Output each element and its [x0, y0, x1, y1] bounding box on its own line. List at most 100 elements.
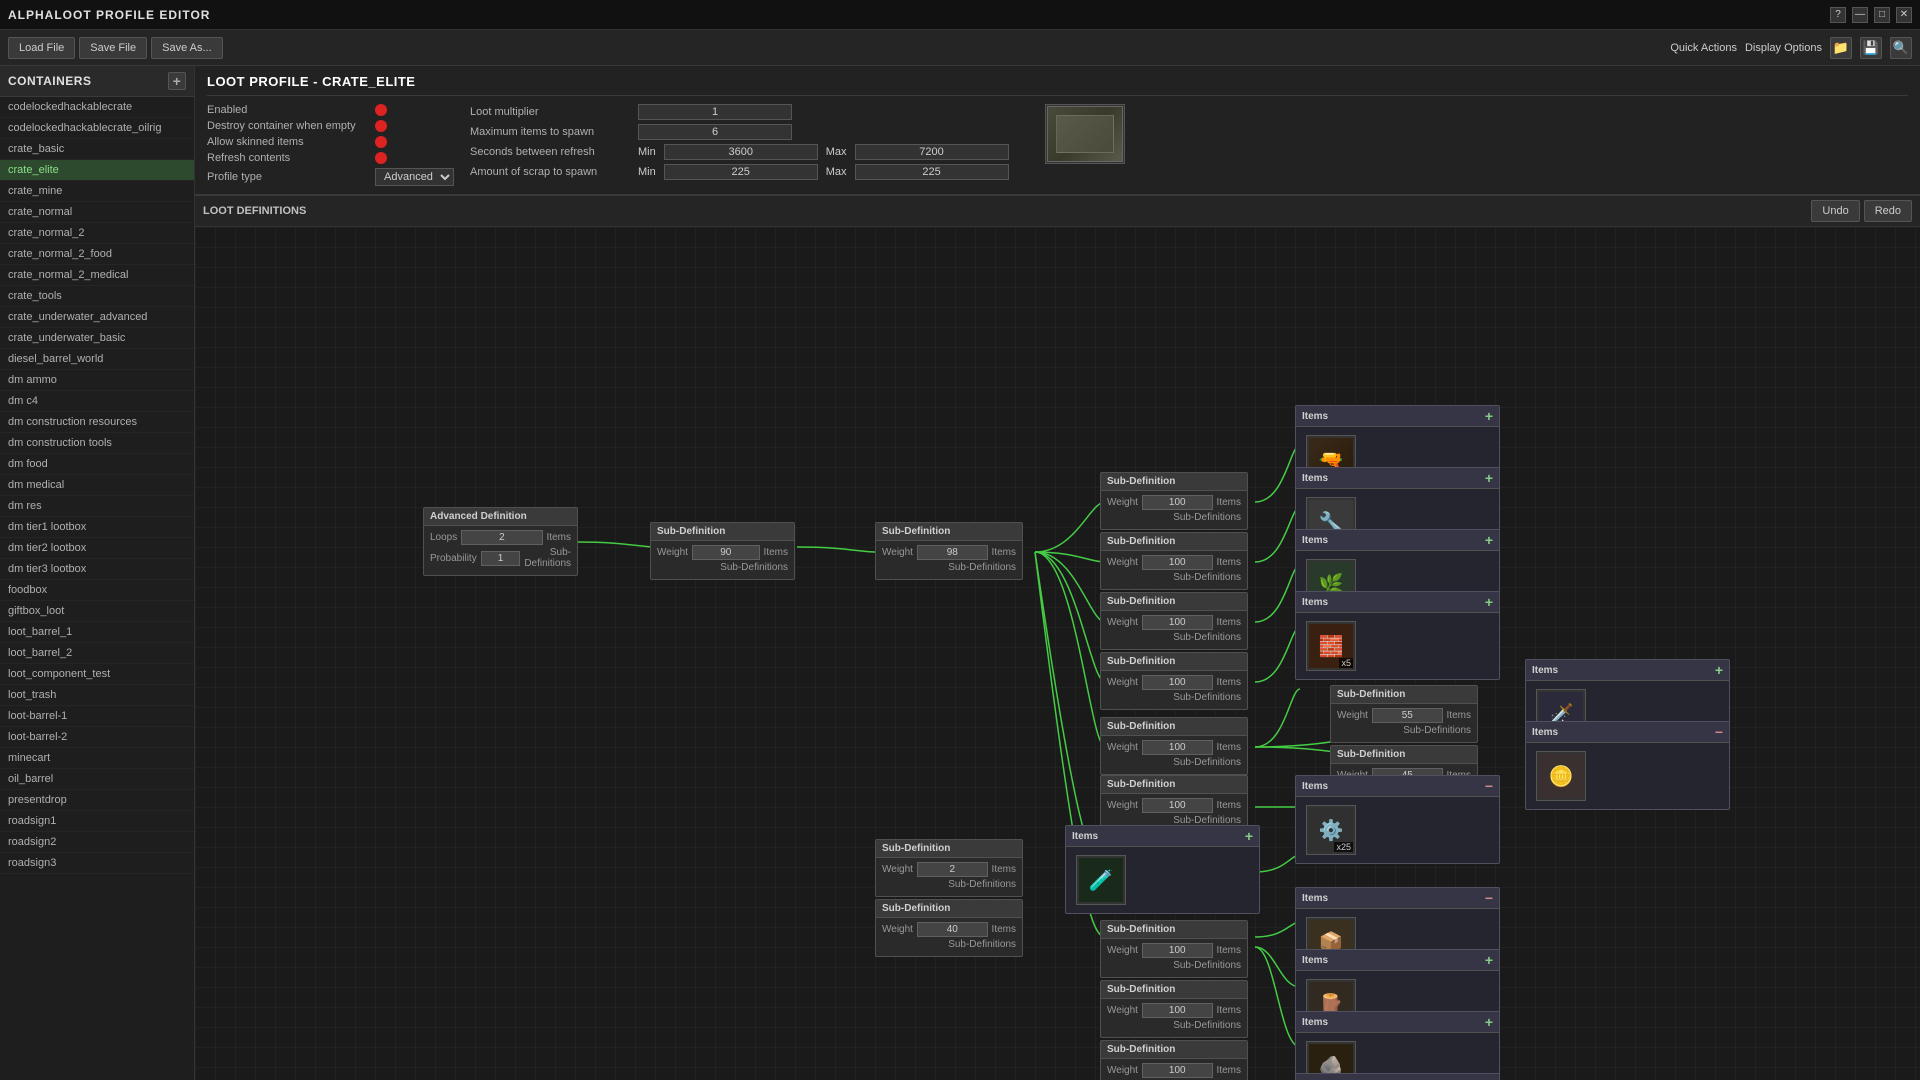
- weight-3e[interactable]: [1142, 740, 1213, 755]
- items-add-4[interactable]: +: [1485, 595, 1493, 609]
- items-add-5[interactable]: +: [1715, 663, 1723, 677]
- items-node-12[interactable]: Items + 💡: [1295, 1073, 1500, 1080]
- sub-def-40[interactable]: Sub-Definition Weight Items Sub-Definiti…: [875, 899, 1023, 957]
- items-node-6[interactable]: Items − 🪙: [1525, 721, 1730, 810]
- sub-def-node-1[interactable]: Sub-Definition Weight Items Sub-Definiti…: [650, 522, 795, 580]
- sidebar-item-crate_normal[interactable]: crate_normal: [0, 202, 194, 223]
- weight-3c[interactable]: [1142, 615, 1213, 630]
- minimize-button[interactable]: —: [1852, 7, 1868, 23]
- sidebar-item-crate_basic[interactable]: crate_basic: [0, 139, 194, 160]
- item-img-7[interactable]: ⚙️ x25: [1306, 805, 1356, 855]
- sidebar-item-dm-food[interactable]: dm food: [0, 454, 194, 475]
- sidebar-item-codelockedhackablecrate[interactable]: codelockedhackablecrate: [0, 97, 194, 118]
- weight-40[interactable]: [917, 922, 988, 937]
- weight-bottom[interactable]: [1142, 1063, 1213, 1078]
- sub-def-4a[interactable]: Sub-Definition Weight Items Sub-Definiti…: [1330, 685, 1478, 743]
- sidebar-item-crate_normal_2[interactable]: crate_normal_2: [0, 223, 194, 244]
- items-node-4[interactable]: Items + 🧱 x5: [1295, 591, 1500, 680]
- profile-type-select[interactable]: Advanced Basic: [375, 168, 454, 186]
- item-img-8[interactable]: 🧪: [1076, 855, 1126, 905]
- seconds-max-input[interactable]: [855, 144, 1009, 160]
- sidebar-item-minecart[interactable]: minecart: [0, 748, 194, 769]
- refresh-contents-indicator[interactable]: [375, 152, 387, 164]
- save-file-button[interactable]: Save File: [79, 37, 147, 59]
- items-add-2[interactable]: +: [1485, 471, 1493, 485]
- sidebar-item-crate_tools[interactable]: crate_tools: [0, 286, 194, 307]
- sidebar-item-dm-construction-resources[interactable]: dm construction resources: [0, 412, 194, 433]
- weight-100a[interactable]: [1142, 943, 1213, 958]
- sidebar-item-crate_underwater_basic[interactable]: crate_underwater_basic: [0, 328, 194, 349]
- seconds-min-input[interactable]: [664, 144, 818, 160]
- sub-def-3b[interactable]: Sub-Definition Weight Items Sub-Definiti…: [1100, 532, 1248, 590]
- items-add-3[interactable]: +: [1485, 533, 1493, 547]
- sidebar-item-loot_component_test[interactable]: loot_component_test: [0, 664, 194, 685]
- sidebar-list[interactable]: codelockedhackablecratecodelockedhackabl…: [0, 97, 194, 1080]
- close-button[interactable]: ✕: [1896, 7, 1912, 23]
- items-minus-9[interactable]: −: [1485, 891, 1493, 905]
- sidebar-item-dm-c4[interactable]: dm c4: [0, 391, 194, 412]
- sub-def-node-2[interactable]: Sub-Definition Weight Items Sub-Definiti…: [875, 522, 1023, 580]
- scrap-max-input[interactable]: [855, 164, 1009, 180]
- weight-low2[interactable]: [917, 862, 988, 877]
- weight-3a[interactable]: [1142, 495, 1213, 510]
- sidebar-item-roadsign2[interactable]: roadsign2: [0, 832, 194, 853]
- sidebar-item-dm-ammo[interactable]: dm ammo: [0, 370, 194, 391]
- sidebar-item-dm-tier3-lootbox[interactable]: dm tier3 lootbox: [0, 559, 194, 580]
- weight-input-2[interactable]: [917, 545, 988, 560]
- sidebar-item-dm-tier1-lootbox[interactable]: dm tier1 lootbox: [0, 517, 194, 538]
- maximize-button[interactable]: □: [1874, 7, 1890, 23]
- sub-def-3c[interactable]: Sub-Definition Weight Items Sub-Definiti…: [1100, 592, 1248, 650]
- loops-input[interactable]: [461, 530, 542, 545]
- weight-3b[interactable]: [1142, 555, 1213, 570]
- sidebar-item-codelockedhackablecrate_oilrig[interactable]: codelockedhackablecrate_oilrig: [0, 118, 194, 139]
- sidebar-item-roadsign3[interactable]: roadsign3: [0, 853, 194, 874]
- items-add-10[interactable]: +: [1485, 953, 1493, 967]
- probability-input[interactable]: [481, 551, 521, 566]
- enabled-indicator[interactable]: [375, 104, 387, 116]
- load-file-button[interactable]: Load File: [8, 37, 75, 59]
- sub-def-3a[interactable]: Sub-Definition Weight Items Sub-Definiti…: [1100, 472, 1248, 530]
- sub-def-3e[interactable]: Sub-Definition Weight Items Sub-Definiti…: [1100, 717, 1248, 775]
- weight-100b[interactable]: [1142, 1003, 1213, 1018]
- sidebar-item-roadsign1[interactable]: roadsign1: [0, 811, 194, 832]
- sidebar-item-loot-barrel-2[interactable]: loot-barrel-2: [0, 727, 194, 748]
- items-minus-7[interactable]: −: [1485, 779, 1493, 793]
- weight-input-1[interactable]: [692, 545, 760, 560]
- sidebar-item-loot_barrel_2[interactable]: loot_barrel_2: [0, 643, 194, 664]
- sidebar-item-dm-res[interactable]: dm res: [0, 496, 194, 517]
- sidebar-item-crate_normal_2_medical[interactable]: crate_normal_2_medical: [0, 265, 194, 286]
- weight-3d[interactable]: [1142, 675, 1213, 690]
- items-minus-6[interactable]: −: [1715, 725, 1723, 739]
- undo-button[interactable]: Undo: [1811, 200, 1859, 222]
- help-button[interactable]: ?: [1830, 7, 1846, 23]
- sidebar-item-crate_normal_2_food[interactable]: crate_normal_2_food: [0, 244, 194, 265]
- sidebar-item-dm-medical[interactable]: dm medical: [0, 475, 194, 496]
- sidebar-item-presentdrop[interactable]: presentdrop: [0, 790, 194, 811]
- sub-def-3d[interactable]: Sub-Definition Weight Items Sub-Definiti…: [1100, 652, 1248, 710]
- search-icon[interactable]: 🔍: [1890, 37, 1912, 59]
- redo-button[interactable]: Redo: [1864, 200, 1912, 222]
- sub-def-100-b[interactable]: Sub-Definition Weight Items Sub-Definiti…: [1100, 980, 1248, 1038]
- items-node-8[interactable]: Items + 🧪: [1065, 825, 1260, 914]
- weight-3f[interactable]: [1142, 798, 1213, 813]
- scrap-min-input[interactable]: [664, 164, 818, 180]
- items-add-11[interactable]: +: [1485, 1015, 1493, 1029]
- sub-def-low-2[interactable]: Sub-Definition Weight Items Sub-Definiti…: [875, 839, 1023, 897]
- sidebar-item-crate_mine[interactable]: crate_mine: [0, 181, 194, 202]
- sidebar-item-oil_barrel[interactable]: oil_barrel: [0, 769, 194, 790]
- save-as-button[interactable]: Save As...: [151, 37, 223, 59]
- sidebar-item-loot-barrel-1[interactable]: loot-barrel-1: [0, 706, 194, 727]
- item-img-4[interactable]: 🧱 x5: [1306, 621, 1356, 671]
- items-node-11[interactable]: Items + 🪨: [1295, 1011, 1500, 1080]
- sidebar-item-dm-tier2-lootbox[interactable]: dm tier2 lootbox: [0, 538, 194, 559]
- folder-icon[interactable]: 📁: [1830, 37, 1852, 59]
- sidebar-item-foodbox[interactable]: foodbox: [0, 580, 194, 601]
- sidebar-item-crate_underwater_advanced[interactable]: crate_underwater_advanced: [0, 307, 194, 328]
- sidebar-item-loot_barrel_1[interactable]: loot_barrel_1: [0, 622, 194, 643]
- loot-multiplier-input[interactable]: [638, 104, 792, 120]
- sidebar-item-loot_trash[interactable]: loot_trash: [0, 685, 194, 706]
- sidebar-item-dm-construction-tools[interactable]: dm construction tools: [0, 433, 194, 454]
- sidebar-item-giftbox_loot[interactable]: giftbox_loot: [0, 601, 194, 622]
- advanced-def-node[interactable]: Advanced Definition Loops Items Probabil…: [423, 507, 578, 576]
- sub-def-bottom[interactable]: Sub-Definition Weight Items Sub-Definiti…: [1100, 1040, 1248, 1080]
